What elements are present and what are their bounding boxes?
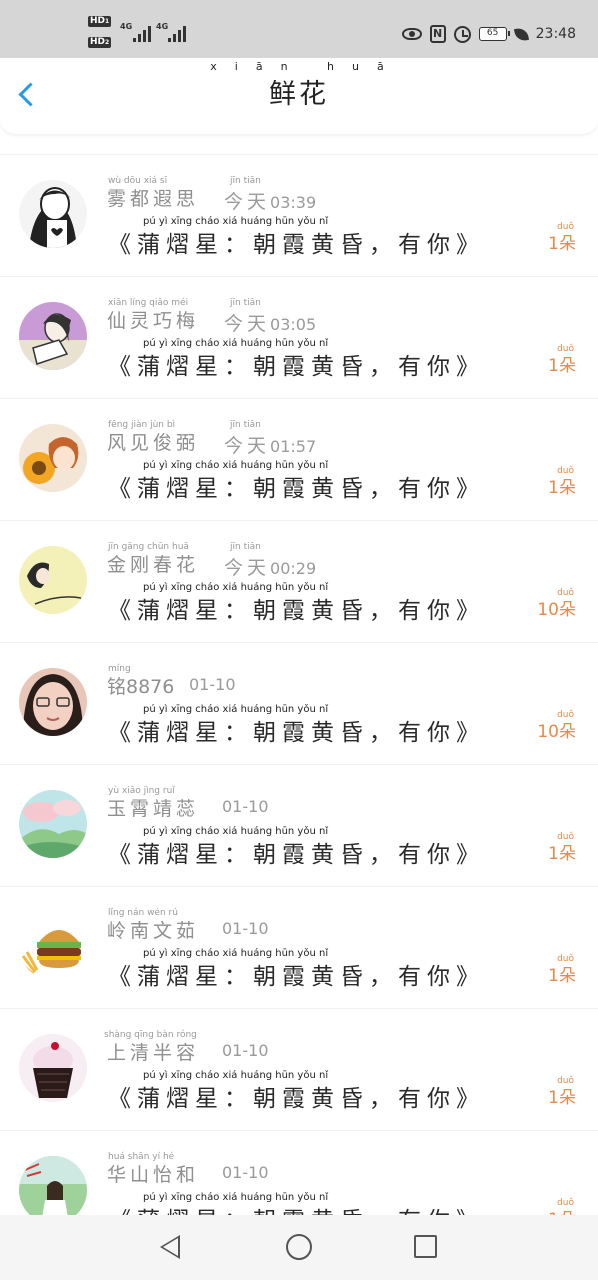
clock: 23:48 <box>535 26 576 42</box>
landscape-avatar-icon <box>19 790 87 858</box>
book-title: 《蒲熠星：朝霞黄昏，有你》 <box>108 354 485 380</box>
hd2-badge: HD2 <box>88 37 112 48</box>
power-saving-leaf-icon <box>513 26 529 42</box>
girl-green-avatar-icon <box>19 1156 87 1224</box>
circle-home-icon[interactable] <box>286 1234 312 1260</box>
avatar[interactable] <box>19 546 87 614</box>
book-title: 《蒲熠星：朝霞黄昏，有你》 <box>108 842 485 868</box>
battery-icon: 65 <box>478 27 510 41</box>
username: 金刚春花 <box>107 554 200 576</box>
flower-count: 1朵 <box>548 844 576 864</box>
username: 雾都遐思 <box>107 188 200 210</box>
glasses-girl-avatar-icon <box>19 668 87 736</box>
book-title: 《蒲熠星：朝霞黄昏，有你》 <box>108 1086 485 1112</box>
flower-count: 1朵 <box>548 966 576 986</box>
signal-group: HD1 HD2 4G 4G <box>88 14 198 54</box>
timestamp: 01-10 <box>222 919 269 938</box>
flower-count: 10朵 <box>537 600 576 620</box>
avatar[interactable] <box>19 180 87 248</box>
burger-avatar-icon <box>19 912 87 980</box>
list-item[interactable]: yù xiāo jìng ruǐ 玉霄靖蕊 01-10 pú yì xīng c… <box>0 764 598 886</box>
avatar[interactable] <box>19 1034 87 1102</box>
time-prefix-pinyin: jīn tiān <box>230 542 261 552</box>
username: 上清半容 <box>107 1042 200 1064</box>
avatar[interactable] <box>19 424 87 492</box>
flower-count: 10朵 <box>537 722 576 742</box>
timestamp: 01-10 <box>222 797 269 816</box>
list-item[interactable]: lǐng nán wén rú 岭南文茹 01-10 pú yì xīng ch… <box>0 886 598 1008</box>
cupcake-avatar-icon <box>19 1034 87 1102</box>
flower-count: 1朵 <box>548 1088 576 1108</box>
page-title: 鲜花 <box>269 79 329 110</box>
username: 铭8876 <box>107 676 175 698</box>
alarm-icon <box>453 25 471 43</box>
timestamp: 今天01:57 <box>224 435 317 457</box>
timestamp: 01-10 <box>222 1041 269 1060</box>
username: 华山怡和 <box>107 1164 200 1186</box>
flower-list: wù dōu xiá sī 雾都遐思 jīn tiān 今天03:39 pú y… <box>0 154 598 1252</box>
hd1-badge: HD1 <box>88 16 112 27</box>
username: 仙灵巧梅 <box>107 310 200 332</box>
network-type-1: 4G <box>120 22 133 31</box>
avatar[interactable] <box>19 912 87 980</box>
avatar[interactable] <box>19 790 87 858</box>
status-icons: N 65 23:48 <box>401 22 576 46</box>
square-recent-icon[interactable] <box>414 1235 437 1258</box>
nfc-icon: N <box>429 25 446 43</box>
girl-sketch-avatar-icon <box>19 180 87 248</box>
flower-count: 1朵 <box>548 234 576 254</box>
time-prefix-pinyin: jīn tiān <box>230 420 261 430</box>
network-type-2: 4G <box>156 22 169 31</box>
time-prefix-pinyin: jīn tiān <box>230 176 261 186</box>
flower-count: 1朵 <box>548 478 576 498</box>
time-prefix-pinyin: jīn tiān <box>230 298 261 308</box>
list-item[interactable]: xiān líng qiǎo méi 仙灵巧梅 jīn tiān 今天03:05… <box>0 276 598 398</box>
timestamp: 今天03:05 <box>224 313 317 335</box>
book-title: 《蒲熠星：朝霞黄昏，有你》 <box>108 964 485 990</box>
list-item[interactable]: míng 铭8876 01-10 pú yì xīng cháo xiá huá… <box>0 642 598 764</box>
book-title: 《蒲熠星：朝霞黄昏，有你》 <box>108 598 485 624</box>
book-title: 《蒲熠星：朝霞黄昏，有你》 <box>108 720 485 746</box>
app-header: xiān huā 鲜花 <box>0 58 598 134</box>
yellow-illustration-avatar-icon <box>19 546 87 614</box>
status-bar: HD1 HD2 4G 4G N 65 23:48 <box>0 0 598 58</box>
triangle-back-icon[interactable] <box>160 1235 180 1259</box>
avatar[interactable] <box>19 302 87 370</box>
timestamp: 今天00:29 <box>224 557 317 579</box>
avatar[interactable] <box>19 1156 87 1224</box>
list-item[interactable]: shàng qīng bàn róng 上清半容 01-10 pú yì xīn… <box>0 1008 598 1130</box>
username: 玉霄靖蕊 <box>107 798 200 820</box>
timestamp: 01-10 <box>189 675 236 694</box>
avatar[interactable] <box>19 668 87 736</box>
list-item[interactable]: jīn gāng chūn huā 金刚春花 jīn tiān 今天00:29 … <box>0 520 598 642</box>
book-title: 《蒲熠星：朝霞黄昏，有你》 <box>108 232 485 258</box>
timestamp: 01-10 <box>222 1163 269 1182</box>
list-item[interactable]: wù dōu xiá sī 雾都遐思 jīn tiān 今天03:39 pú y… <box>0 154 598 276</box>
system-nav-bar <box>0 1215 598 1280</box>
book-title: 《蒲熠星：朝霞黄昏，有你》 <box>108 476 485 502</box>
sunflower-boy-avatar-icon <box>19 424 87 492</box>
signal-icon-2 <box>168 24 186 42</box>
list-item[interactable]: fēng jiàn jùn bì 风见俊弼 jīn tiān 今天01:57 p… <box>0 398 598 520</box>
flower-count: 1朵 <box>548 356 576 376</box>
anime-purple-avatar-icon <box>19 302 87 370</box>
signal-icon-1 <box>133 24 151 42</box>
eye-comfort-icon <box>401 28 422 40</box>
username: 风见俊弼 <box>107 432 200 454</box>
timestamp: 今天03:39 <box>224 191 317 213</box>
username: 岭南文茹 <box>107 920 200 942</box>
